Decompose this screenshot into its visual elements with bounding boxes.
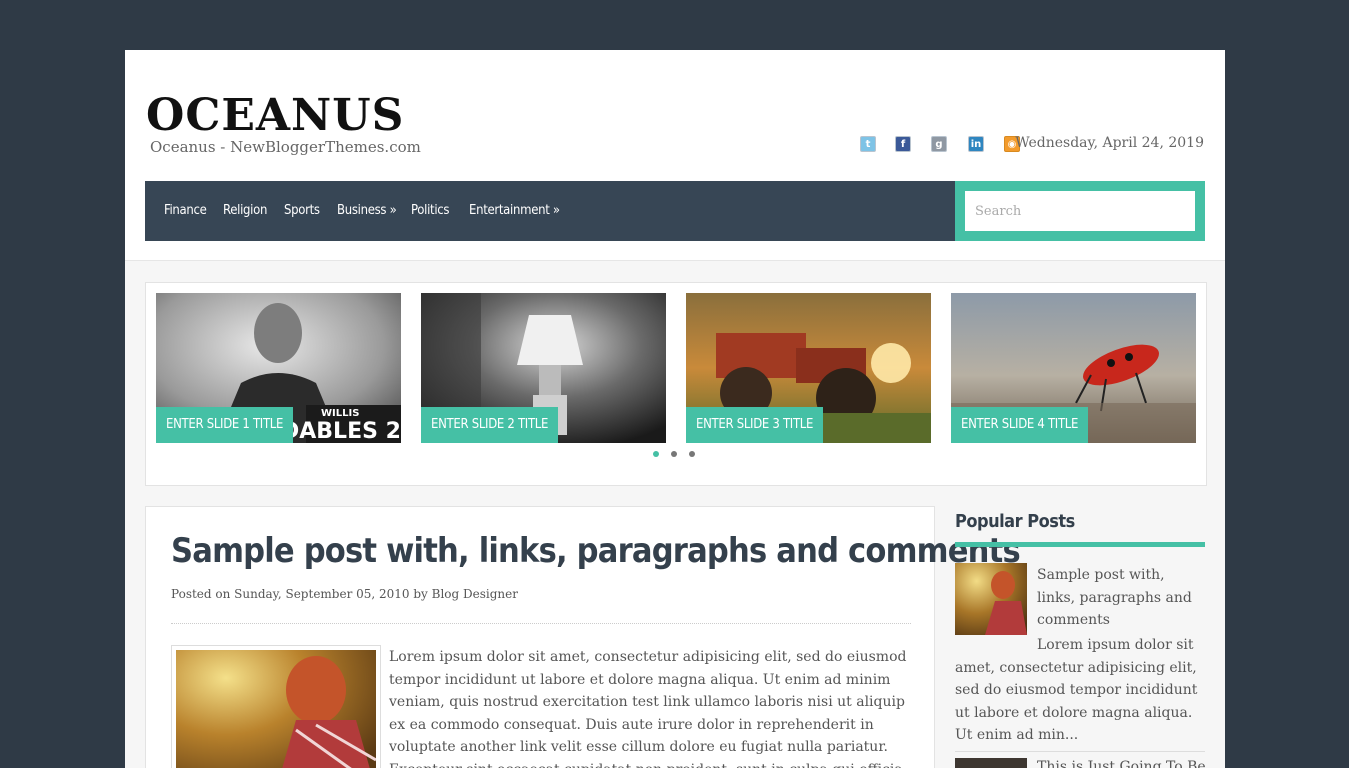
post-thumbnail[interactable] <box>171 645 381 768</box>
nav-item-entertainment[interactable]: Entertainment » <box>469 203 560 218</box>
post-title[interactable]: Sample post with, links, paragraphs and … <box>171 531 1021 571</box>
google-plus-icon[interactable]: g <box>931 136 947 152</box>
slider-dot-2[interactable] <box>671 451 677 457</box>
popular-post-title[interactable]: Sample post with, links, paragraphs and … <box>1037 564 1205 632</box>
post-excerpt: Lorem ipsum dolor sit amet, consectetur … <box>389 649 907 768</box>
slide-1-title[interactable]: ENTER SLIDE 1 TITLE <box>156 407 294 443</box>
popular-post-2-title[interactable]: This is Just Going To Be <box>1037 759 1206 768</box>
slide-1[interactable]: WILLIS DABLES 2 ENTER SLIDE 1 TITLE <box>156 293 401 443</box>
page-container: OCEANUS Oceanus - NewBloggerThemes.com t… <box>125 50 1225 768</box>
site-title[interactable]: OCEANUS <box>146 92 404 140</box>
facebook-icon[interactable]: f <box>895 136 911 152</box>
slide-4-title[interactable]: ENTER SLIDE 4 TITLE <box>951 407 1089 443</box>
site-description: Oceanus - NewBloggerThemes.com <box>150 138 421 156</box>
slide-2[interactable]: ENTER SLIDE 2 TITLE <box>421 293 666 443</box>
slide-1-overlay-text-2: DABLES 2 <box>281 419 401 443</box>
popular-post-thumbnail[interactable] <box>955 563 1027 635</box>
slide-3[interactable]: ENTER SLIDE 3 TITLE <box>686 293 931 443</box>
post-card: Sample post with, links, paragraphs and … <box>145 506 1021 768</box>
twitter-icon[interactable]: t <box>860 136 876 152</box>
nav-item-politics[interactable]: Politics <box>411 203 450 218</box>
slider-dot-1[interactable] <box>653 451 659 457</box>
linkedin-icon[interactable]: in <box>968 136 984 152</box>
nav-item-religion[interactable]: Religion <box>223 203 267 218</box>
popular-post-separator <box>955 751 1205 752</box>
widget-title-bar <box>955 542 1205 547</box>
post-divider <box>171 623 911 624</box>
slide-1-overlay-text: WILLIS <box>321 408 359 419</box>
slide-4[interactable]: ENTER SLIDE 4 TITLE <box>951 293 1196 443</box>
featured-slider: WILLIS DABLES 2 ENTER SLIDE 1 TITLE ENTE… <box>145 282 1207 486</box>
popular-post-thumbnail-image <box>955 563 1027 635</box>
nav-item-sports[interactable]: Sports <box>284 203 320 218</box>
site-header: OCEANUS Oceanus - NewBloggerThemes.com t… <box>125 50 1225 261</box>
popular-posts-title: Popular Posts <box>955 511 1075 532</box>
slide-3-title[interactable]: ENTER SLIDE 3 TITLE <box>686 407 824 443</box>
header-date: Wednesday, April 24, 2019 <box>1015 135 1204 151</box>
search-input[interactable] <box>965 191 1195 231</box>
popular-post-2-thumbnail[interactable] <box>955 758 1027 768</box>
post-thumbnail-image <box>176 650 377 768</box>
nav-item-business[interactable]: Business » <box>337 203 397 218</box>
slide-2-title[interactable]: ENTER SLIDE 2 TITLE <box>421 407 559 443</box>
main-nav: Finance Religion Sports Business » Polit… <box>145 181 955 241</box>
nav-item-finance[interactable]: Finance <box>164 203 207 218</box>
post-meta: Posted on Sunday, September 05, 2010 by … <box>171 587 518 601</box>
search-box <box>955 181 1205 241</box>
slider-dot-3[interactable] <box>689 451 695 457</box>
popular-post-excerpt: Lorem ipsum dolor sit amet, consectetur … <box>955 637 1198 743</box>
